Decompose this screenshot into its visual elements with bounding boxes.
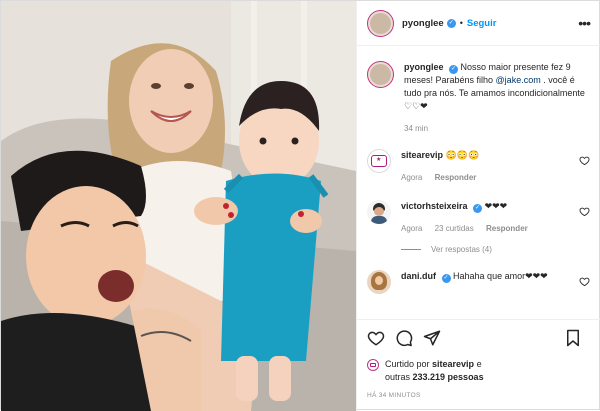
comment-username[interactable]: victorhsteixeira: [401, 201, 468, 211]
separator-dot: •: [459, 18, 463, 28]
others-count-link[interactable]: 233.219 pessoas: [413, 372, 484, 382]
liker-avatar[interactable]: [367, 359, 379, 371]
follow-button[interactable]: Seguir: [467, 18, 497, 29]
comment-bubble-icon[interactable]: [395, 329, 413, 347]
others-prefix: outras: [385, 372, 413, 382]
comment-row: dani.duf ✓ Hahaha que amor❤❤❤: [367, 270, 592, 294]
liked-by-suffix: e: [474, 359, 482, 369]
caption-row: pyonglee ✓ Nosso maior presente fez 9 me…: [367, 61, 592, 135]
post-photo[interactable]: [1, 1, 356, 411]
reply-button[interactable]: Responder: [486, 224, 528, 233]
caption-time: 34 min: [404, 124, 429, 133]
comment-username[interactable]: dani.duf: [401, 271, 436, 281]
author-avatar[interactable]: [367, 9, 394, 37]
family-photo-illustration: [1, 1, 356, 411]
like-comment-heart-icon[interactable]: [579, 155, 590, 166]
comment-meta: Agora Responder: [401, 171, 574, 184]
view-replies-button[interactable]: Ver respostas (4): [401, 245, 592, 254]
caption-avatar[interactable]: [367, 61, 394, 88]
like-heart-icon[interactable]: [367, 329, 385, 347]
replies-divider-line: [401, 249, 421, 250]
comment-text: ❤❤❤: [484, 201, 508, 211]
comment-row: victorhsteixeira ✓ ❤❤❤ Agora 23 curtidas…: [367, 200, 592, 235]
post-header: pyonglee ✓ • Seguir •••: [357, 1, 600, 46]
likes-summary: Curtido por sitearevip e outras 233.219 …: [367, 358, 592, 384]
like-comment-heart-icon[interactable]: [579, 276, 590, 287]
caption-mention-link[interactable]: @jake.com: [496, 75, 541, 85]
caption-username[interactable]: pyonglee: [404, 62, 444, 72]
save-bookmark-icon[interactable]: [564, 329, 582, 347]
comment-username[interactable]: sitearevip: [401, 150, 443, 160]
comment-row: ★ sitearevip 😳😳😳 Agora Responder: [367, 149, 592, 184]
verified-badge-icon: ✓: [473, 204, 483, 213]
view-replies-label: Ver respostas (4): [431, 245, 492, 254]
reply-button[interactable]: Responder: [435, 173, 477, 182]
liked-by-user[interactable]: sitearevip: [432, 359, 474, 369]
comment-avatar[interactable]: [367, 200, 391, 224]
comment-time: Agora: [401, 173, 423, 182]
verified-badge-icon: ✓: [446, 18, 456, 28]
post-side-panel: pyonglee ✓ • Seguir ••• pyonglee ✓ Nosso…: [356, 1, 600, 411]
liked-by-prefix: Curtido por: [385, 359, 433, 369]
action-icons: [367, 328, 592, 348]
comment-text: Hahaha que amor❤❤❤: [453, 271, 548, 281]
share-paper-plane-icon[interactable]: [423, 329, 441, 347]
comment-time: Agora: [401, 224, 423, 233]
comment-avatar[interactable]: [367, 270, 391, 294]
comment-avatar[interactable]: ★: [367, 149, 391, 173]
like-comment-heart-icon[interactable]: [579, 206, 590, 217]
verified-badge-icon: ✓: [449, 65, 459, 74]
more-horizontal-icon[interactable]: •••: [578, 15, 591, 31]
instagram-post: pyonglee ✓ • Seguir ••• pyonglee ✓ Nosso…: [0, 0, 600, 411]
comments-list[interactable]: pyonglee ✓ Nosso maior presente fez 9 me…: [357, 47, 600, 319]
post-timestamp[interactable]: HÁ 34 MINUTOS: [367, 392, 592, 399]
comment-likes-count[interactable]: 23 curtidas: [435, 224, 474, 233]
caption-meta: 34 min: [404, 122, 586, 135]
comment-meta: Agora 23 curtidas Responder: [401, 222, 574, 235]
author-username[interactable]: pyonglee: [402, 18, 444, 29]
post-actions: Curtido por sitearevip e outras 233.219 …: [357, 319, 600, 411]
comment-text: 😳😳😳: [445, 150, 480, 160]
verified-badge-icon: ✓: [441, 274, 451, 283]
